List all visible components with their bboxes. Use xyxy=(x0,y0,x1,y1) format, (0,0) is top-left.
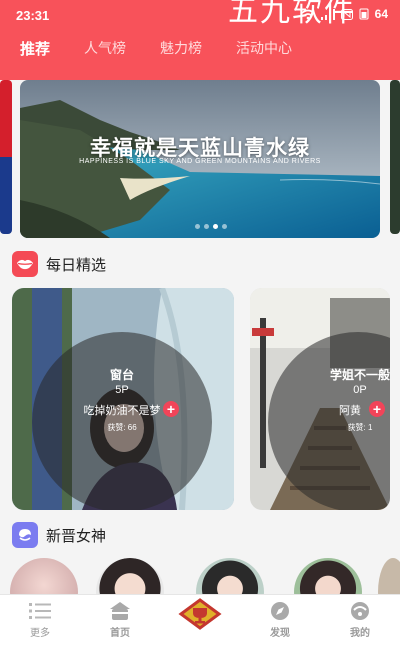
banner-next-peek[interactable] xyxy=(390,80,400,234)
carousel-indicator xyxy=(195,224,227,229)
carousel-dot-active[interactable] xyxy=(213,224,218,229)
daily-picks-header: 每日精选 xyxy=(12,251,106,277)
banner-slide[interactable]: 幸福就是天蓝山青水绿 HAPPINESS IS BLUE SKY AND GRE… xyxy=(20,80,380,238)
nav-home[interactable]: 首页 xyxy=(80,595,160,666)
battery-icon xyxy=(359,8,369,20)
add-icon[interactable]: + xyxy=(163,401,179,417)
carousel-dot[interactable] xyxy=(222,224,227,229)
banner-carousel[interactable]: 幸福就是天蓝山青水绿 HAPPINESS IS BLUE SKY AND GRE… xyxy=(0,80,400,242)
nav-profile[interactable]: 我的 xyxy=(320,595,400,666)
card-overlay xyxy=(32,332,212,510)
section-title-daily: 每日精选 xyxy=(46,256,107,274)
card-photo-count: 5P xyxy=(115,384,129,396)
nav-discover-label: 发现 xyxy=(270,628,290,639)
section-title-newcomers: 新晋女神 xyxy=(46,527,107,545)
top-tabs: 推荐 人气榜 魅力榜 活动中心 xyxy=(20,38,292,59)
nav-more[interactable]: 更多 xyxy=(0,595,80,666)
card-photo-count: 0P xyxy=(353,384,367,396)
nav-ranking[interactable] xyxy=(160,595,240,666)
add-icon[interactable]: + xyxy=(369,401,385,417)
badge-icon xyxy=(12,522,38,548)
newcomers-header: 新晋女神 xyxy=(12,522,106,548)
list-icon xyxy=(29,603,51,619)
lips-icon xyxy=(12,251,38,277)
system-status-icons: 64 xyxy=(301,7,388,21)
card-title: 窗台 xyxy=(109,368,134,382)
trophy-icon xyxy=(178,598,222,630)
card-description: 吃掉奶油不是梦 xyxy=(83,405,161,417)
home-icon xyxy=(110,602,130,620)
carousel-dot[interactable] xyxy=(195,224,200,229)
nfc-icon xyxy=(340,8,353,20)
signal-icon xyxy=(320,8,335,20)
status-time: 23:31 xyxy=(16,8,50,23)
app-header: 23:31 五九软件 64 推荐 人气榜 魅力榜 活动中心 xyxy=(0,0,400,80)
feature-card[interactable]: 学姐不一般 0P 阿黄 + 获赞: 1 xyxy=(250,288,390,510)
card-likes: 获赞: 66 xyxy=(107,423,137,432)
nav-profile-label: 我的 xyxy=(350,628,370,639)
feature-card[interactable]: 窗台 5P 吃掉奶油不是梦 + 获赞: 66 xyxy=(12,288,234,510)
banner-prev-peek[interactable] xyxy=(0,80,12,234)
compass-icon xyxy=(271,602,289,620)
tab-events[interactable]: 活动中心 xyxy=(236,38,292,59)
bottom-navigation: 更多 首页 发现 我的 xyxy=(0,594,400,666)
battery-level: 64 xyxy=(374,7,388,21)
nav-home-label: 首页 xyxy=(110,628,130,639)
card-likes: 获赞: 1 xyxy=(347,423,373,432)
carousel-dot[interactable] xyxy=(204,224,209,229)
card-title: 学姐不一般 xyxy=(329,368,390,382)
banner-subtitle: HAPPINESS IS BLUE SKY AND GREEN MOUNTAIN… xyxy=(79,158,321,165)
nav-more-label: 更多 xyxy=(30,628,50,639)
nav-discover[interactable]: 发现 xyxy=(240,595,320,666)
profile-icon xyxy=(351,602,369,620)
tab-popularity[interactable]: 人气榜 xyxy=(84,38,126,59)
tab-recommend[interactable]: 推荐 xyxy=(20,38,50,59)
wifi-icon xyxy=(301,9,315,19)
tab-charm[interactable]: 魅力榜 xyxy=(160,38,202,59)
